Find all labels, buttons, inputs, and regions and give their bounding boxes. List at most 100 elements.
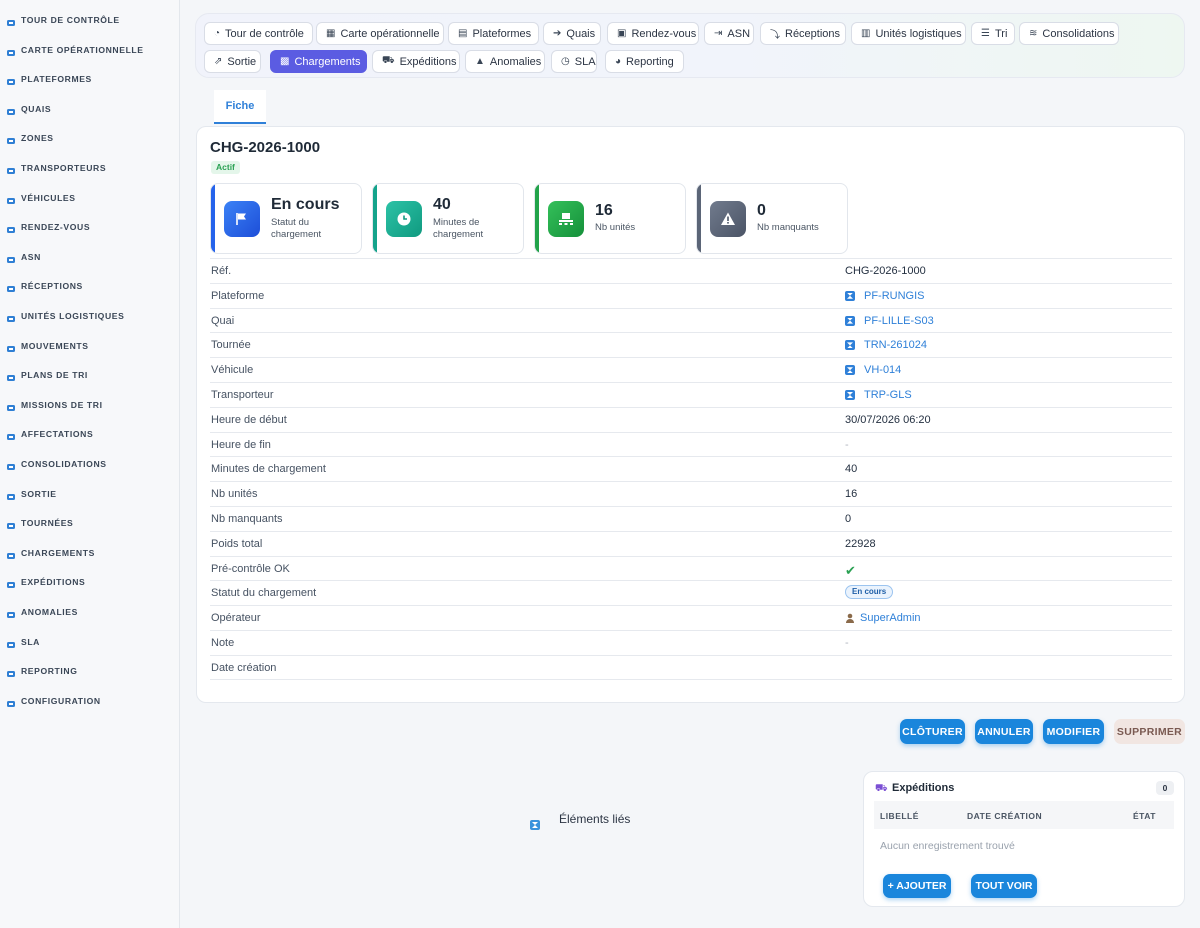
- sidebar-item-label: SLA: [21, 636, 40, 647]
- sidebar-item-carte-operationnelle[interactable]: CARTE OPÉRATIONNELLE: [0, 39, 180, 61]
- sidebar-item-receptions[interactable]: RÉCEPTIONS: [0, 275, 180, 297]
- sidebar-item-transporteurs[interactable]: TRANSPORTEURS: [0, 157, 180, 179]
- flag-icon: [224, 201, 260, 237]
- tab-reporting[interactable]: ◕ Reporting: [605, 50, 684, 73]
- tab-expeditions[interactable]: ⛟ Expéditions: [372, 50, 460, 73]
- detail-row: Heure de début 30/07/2026 06:20: [210, 406, 1172, 432]
- field-value: 22928: [845, 537, 876, 550]
- tab-icon: ➔: [553, 28, 562, 39]
- tab-consolidations[interactable]: ≋ Consolidations: [1019, 22, 1119, 45]
- field-value[interactable]: TRN-261024: [845, 339, 927, 351]
- sidebar-item-tournees[interactable]: TOURNÉES: [0, 512, 180, 534]
- sidebar-item-unites-logistiques[interactable]: UNITÉS LOGISTIQUES: [0, 305, 180, 327]
- sidebar-item-plans-de-tri[interactable]: PLANS DE TRI: [0, 364, 180, 386]
- module-tab-bar: ◔ Tour de contrôle ▦ Carte opérationnelle ▤ P…: [195, 13, 1185, 78]
- tab-label: Tour de contrôle: [225, 27, 304, 40]
- link-icon: [845, 290, 855, 301]
- tab-sortie[interactable]: ⇗ Sortie: [204, 50, 261, 73]
- link-text[interactable]: PF-LILLE-S03: [864, 315, 934, 327]
- sidebar-item-quais[interactable]: QUAIS: [0, 98, 180, 120]
- detail-row: Pré-contrôle OK ✔: [210, 555, 1172, 581]
- sidebar-item-plateformes[interactable]: PLATEFORMES: [0, 68, 180, 90]
- close-button[interactable]: CLÔTURER: [900, 719, 965, 744]
- sidebar-item-sortie[interactable]: SORTIE: [0, 483, 180, 505]
- sidebar-item-zones[interactable]: ZONES: [0, 127, 180, 149]
- sidebar-item-tour-de-controle[interactable]: TOUR DE CONTRÔLE: [0, 9, 180, 31]
- field-value[interactable]: PF-RUNGIS: [845, 290, 925, 302]
- tab-fiche[interactable]: Fiche: [214, 90, 266, 124]
- tab-icon: ▣: [617, 28, 627, 39]
- sidebar-item-reporting[interactable]: REPORTING: [0, 660, 180, 682]
- tab-tour-de-controle[interactable]: ◔ Tour de contrôle: [204, 22, 313, 45]
- sidebar-item-consolidations[interactable]: CONSOLIDATIONS: [0, 453, 180, 475]
- sidebar-item-rendez-vous[interactable]: RENDEZ-VOUS: [0, 216, 180, 238]
- tab-label: Tri: [994, 27, 1008, 40]
- tab-icon: ⤵: [770, 30, 780, 41]
- field-value[interactable]: PF-LILLE-S03: [845, 315, 934, 327]
- tab-asn[interactable]: ⇥ ASN: [704, 22, 754, 45]
- column-header[interactable]: ÉTAT: [1133, 811, 1156, 821]
- tab-label: Sortie: [227, 55, 257, 68]
- kpi-label: Nb unités: [595, 222, 636, 233]
- tab-icon: ⇗: [214, 56, 223, 67]
- sidebar-item-label: RENDEZ-VOUS: [21, 222, 91, 233]
- add-button[interactable]: + AJOUTER: [883, 874, 951, 898]
- tab-unites-logistiques[interactable]: ▥ Unités logistiques: [851, 22, 966, 45]
- cancel-button[interactable]: ANNULER: [975, 719, 1033, 744]
- tab-chargements[interactable]: ▩ Chargements: [270, 50, 367, 73]
- tab-receptions[interactable]: ⤵ Réceptions: [760, 22, 846, 45]
- view-all-button[interactable]: TOUT VOIR: [971, 874, 1037, 898]
- sidebar-item-label: EXPÉDITIONS: [21, 577, 86, 588]
- tab-rendez-vous[interactable]: ▣ Rendez-vous: [607, 22, 699, 45]
- tab-carte-operationnelle[interactable]: ▦ Carte opérationnelle: [316, 22, 444, 45]
- sidebar-item-mouvements[interactable]: MOUVEMENTS: [0, 335, 180, 357]
- edit-button[interactable]: MODIFIER: [1043, 719, 1104, 744]
- grid-icon: [6, 133, 16, 145]
- field-label: Transporteur: [211, 388, 274, 401]
- loading-icon: [6, 548, 16, 559]
- field-value[interactable]: TRP-GLS: [845, 389, 912, 401]
- sidebar-item-label: UNITÉS LOGISTIQUES: [21, 311, 125, 321]
- field-value[interactable]: SuperAdmin: [845, 612, 921, 624]
- tab-anomalies[interactable]: ▲ Anomalies: [465, 50, 545, 73]
- clock-icon: [386, 201, 422, 237]
- tab-icon: ☰: [981, 28, 990, 39]
- detail-row: Poids total 22928: [210, 530, 1172, 556]
- field-label: Heure de début: [211, 413, 287, 426]
- warning-icon: [710, 201, 746, 237]
- sidebar-item-label: REPORTING: [21, 666, 78, 677]
- field-value[interactable]: VH-014: [845, 364, 901, 376]
- sidebar-item-expeditions[interactable]: EXPÉDITIONS: [0, 571, 180, 593]
- truck-icon: ⛟: [875, 783, 888, 794]
- sidebar-item-chargements[interactable]: CHARGEMENTS: [0, 542, 180, 564]
- sidebar-item-asn[interactable]: ASN: [0, 246, 180, 268]
- sidebar-item-affectations[interactable]: AFFECTATIONS: [0, 423, 180, 445]
- sidebar-item-configuration[interactable]: CONFIGURATION: [0, 690, 180, 712]
- detail-row: Note -: [210, 629, 1172, 655]
- detail-row: Heure de fin -: [210, 431, 1172, 457]
- sidebar-item-sla[interactable]: SLA: [0, 631, 180, 653]
- tab-quais[interactable]: ➔ Quais: [543, 22, 601, 45]
- field-value: CHG-2026-1000: [845, 265, 926, 277]
- detail-row: Date création: [210, 654, 1172, 680]
- kpi-value: En cours: [271, 196, 340, 213]
- tab-plateformes[interactable]: ▤ Plateformes: [448, 22, 539, 45]
- tab-label: Consolidations: [1042, 27, 1115, 40]
- sidebar-item-anomalies[interactable]: ANOMALIES: [0, 601, 180, 623]
- sidebar-item-vehicules[interactable]: VÉHICULES: [0, 187, 180, 209]
- column-header[interactable]: DATE CRÉATION: [967, 811, 1042, 821]
- link-text[interactable]: TRP-GLS: [864, 389, 912, 401]
- column-header[interactable]: LIBELLÉ: [880, 811, 919, 821]
- user-link[interactable]: SuperAdmin: [860, 612, 921, 624]
- field-value: -: [845, 438, 849, 451]
- sidebar: TOUR DE CONTRÔLE CARTE OPÉRATIONNELLE PLAT…: [0, 0, 180, 928]
- tab-label: Plateformes: [472, 27, 532, 40]
- sidebar-item-missions-de-tri[interactable]: MISSIONS DE TRI: [0, 394, 180, 416]
- link-text[interactable]: PF-RUNGIS: [864, 290, 925, 302]
- link-text[interactable]: TRN-261024: [864, 339, 927, 351]
- map-icon: [6, 45, 16, 56]
- link-text[interactable]: VH-014: [864, 364, 901, 376]
- delete-button[interactable]: SUPPRIMER: [1114, 719, 1185, 744]
- tab-sla[interactable]: ◷ SLA: [551, 50, 597, 73]
- tab-tri[interactable]: ☰ Tri: [971, 22, 1015, 45]
